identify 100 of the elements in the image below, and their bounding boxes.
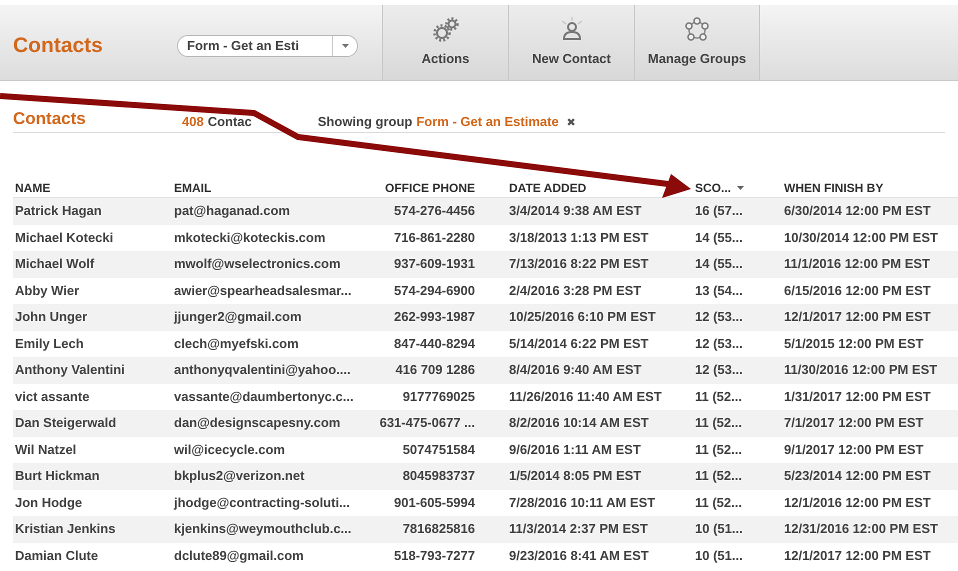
column-header[interactable]: EMAIL xyxy=(172,179,372,197)
table-cell-text: 262-993-1987 xyxy=(393,309,476,326)
table-cell-text: 11 (52... xyxy=(694,388,743,405)
table-cell-text: kjenkins@weymouthclub.c... xyxy=(173,521,352,538)
table-cell-text: 5/14/2014 6:22 PM EST xyxy=(508,336,650,352)
table-cell-text: 11/3/2014 2:37 PM EST xyxy=(508,521,649,538)
table-cell-text: 8045983737 xyxy=(402,468,476,484)
table-cell-text: Anthony Valentini xyxy=(14,362,126,378)
table-cell-text: Burt Hickman xyxy=(14,468,101,484)
table-row[interactable]: Dan Steigerwald dan@designscapesny.com 631-475-0677 ... 8/2/2016 10:14 AM EST 11 (52... 7/1/2017 12:00 PM EST xyxy=(13,410,958,436)
count-label: Contac xyxy=(208,112,252,130)
table-cell-text: 1/31/2017 12:00 PM EST xyxy=(783,388,932,405)
table-cell-text: vict assante xyxy=(14,388,90,405)
table-cell-text: 3/4/2014 9:38 AM EST xyxy=(508,203,642,220)
table-cell-text: 7/1/2017 12:00 PM EST xyxy=(783,415,924,432)
table-cell-text: anthonyqvalentini@yahoo.... xyxy=(173,362,352,378)
table-cell-text: wil@icecycle.com xyxy=(173,442,286,458)
table-cell-text: clech@myefski.com xyxy=(173,336,300,352)
table-cell-text: 11 (52... xyxy=(694,468,743,484)
table-cell-text: 12/31/2016 12:00 PM EST xyxy=(783,521,939,538)
table-cell-text: 9177769025 xyxy=(402,388,476,405)
table-cell-text: 11/26/2016 11:40 AM EST xyxy=(508,388,663,405)
table-cell-text: 13 (54... xyxy=(694,282,744,299)
table-cell-text: 5/23/2014 12:00 PM EST xyxy=(783,468,932,484)
table-cell-text: mkotecki@koteckis.com xyxy=(173,230,326,246)
table-cell-text: 10/30/2014 12:00 PM EST xyxy=(783,230,939,246)
table-cell-text: pat@haganad.com xyxy=(173,203,291,220)
table-cell-text: 716-861-2280 xyxy=(393,230,476,246)
table-cell-text: 901-605-5994 xyxy=(393,494,476,511)
table-row[interactable]: Michael Wolf mwolf@wselectronics.com 937-609-1931 7/13/2016 8:22 PM EST 14 (55... 11/1/2016 12:00 PM EST xyxy=(13,251,958,278)
table-cell-text: 7816825816 xyxy=(402,521,476,538)
toolbar-button[interactable]: Actions xyxy=(382,5,508,80)
table-cell-text: mwolf@wselectronics.com xyxy=(173,256,342,272)
column-header[interactable]: OFFICE PHONE xyxy=(372,179,477,197)
table-cell-text: 9/6/2016 1:11 AM EST xyxy=(508,442,642,458)
column-header[interactable]: NAME xyxy=(13,179,172,197)
table-cell-text: jjunger2@gmail.com xyxy=(172,309,303,326)
table-cell-text: 11/30/2016 12:00 PM EST xyxy=(783,362,938,378)
group-dropdown[interactable]: Form - Get an Esti xyxy=(177,34,358,56)
table-cell-text: Dan Steigerwald xyxy=(14,415,118,432)
table-cell-text: Wil Natzel xyxy=(14,442,78,458)
table-cell-text: 7/28/2016 10:11 AM EST xyxy=(508,494,656,511)
table-cell-text: 7/13/2016 8:22 PM EST xyxy=(508,256,650,272)
table-cell-text: 12 (53... xyxy=(694,336,744,352)
table-cell-text: bkplus2@verizon.net xyxy=(173,468,306,484)
page-title: Contacts xyxy=(13,32,104,59)
table-cell-text: 847-440-8294 xyxy=(393,336,476,352)
table-row[interactable]: John Unger jjunger2@gmail.com 262-993-1987 10/25/2016 6:10 PM EST 12 (53... 12/1/2017 12:00 PM EST xyxy=(13,304,958,330)
table-cell-text: 518-793-7277 xyxy=(393,548,476,564)
table-cell-text: 631-475-0677 ... xyxy=(378,415,476,432)
toolbar-button[interactable]: New Contact xyxy=(508,5,634,80)
table-cell-text: 574-276-4456 xyxy=(393,203,476,220)
table-cell-text: 11 (52... xyxy=(694,494,743,511)
column-header[interactable]: DATE ADDED xyxy=(477,179,693,197)
table-row[interactable]: Kristian Jenkins kjenkins@weymouthclub.c... 7816825816 11/3/2014 2:37 PM EST 10 (51... 12/31/2016 12:00 PM EST xyxy=(13,516,958,542)
table-cell-text: 10 (51... xyxy=(694,521,744,538)
table-cell-text: 12/1/2017 12:00 PM EST xyxy=(783,309,932,326)
table-cell-text: 8/2/2016 10:14 AM EST xyxy=(508,415,650,432)
table-row[interactable]: Patrick Hagan pat@haganad.com 574-276-4456 3/4/2014 9:38 AM EST 16 (57... 6/30/2014 12:00 PM EST xyxy=(13,198,958,224)
table-cell-text: 574-294-6900 xyxy=(393,282,476,299)
column-header[interactable]: SCO... xyxy=(693,179,782,197)
table-cell-text: 8/4/2016 9:40 AM EST xyxy=(508,362,642,378)
table-cell-text: 9/23/2016 8:41 AM EST xyxy=(508,548,650,564)
table-cell-text: dan@designscapesny.com xyxy=(173,415,342,432)
clear-group-button[interactable]: ✖ xyxy=(566,114,576,131)
table-cell-text: 16 (57... xyxy=(694,203,744,220)
table-cell-text: 5/1/2015 12:00 PM EST xyxy=(783,336,924,352)
table-cell-text: Emily Lech xyxy=(14,336,85,352)
table-cell-text: John Unger xyxy=(14,309,88,326)
table-cell-text: 12 (53... xyxy=(694,362,744,378)
table-cell-text: 11 (52... xyxy=(694,442,743,458)
table-cell-text: 11/1/2016 12:00 PM EST xyxy=(783,256,931,272)
table-cell-text: 12 (53... xyxy=(694,309,744,326)
contact-count: 408 xyxy=(182,112,204,130)
table-cell-text: 12/1/2016 12:00 PM EST xyxy=(783,494,932,511)
table-cell-text: 11 (52... xyxy=(694,415,743,432)
table-cell-text: 6/30/2014 12:00 PM EST xyxy=(783,203,932,220)
table-cell-text: 12/1/2017 12:00 PM EST xyxy=(783,548,932,564)
table-cell-text: 3/18/2013 1:13 PM EST xyxy=(508,230,650,246)
table-cell-text: Abby Wier xyxy=(14,282,80,299)
gears-icon xyxy=(430,16,460,43)
table-cell-text: 9/1/2017 12:00 PM EST xyxy=(783,442,924,458)
table-cell-text: Michael Wolf xyxy=(14,256,96,272)
table-cell-text: Michael Kotecki xyxy=(14,230,114,246)
toolbar-button[interactable]: Manage Groups xyxy=(634,5,760,80)
table-cell-text: 416 709 1286 xyxy=(394,362,476,378)
table-cell-text: Damian Clute xyxy=(14,548,100,564)
table-cell-text: awier@spearheadsalesmar... xyxy=(173,282,352,299)
table-row[interactable]: Anthony Valentini anthonyqvalentini@yahoo.... 416 709 1286 8/4/2016 9:40 AM EST 12 (53... 11/30/2016 12:00 PM EST xyxy=(13,357,958,384)
table-cell-text: 6/15/2016 12:00 PM EST xyxy=(783,282,932,299)
table-cell-text: 5074751584 xyxy=(402,442,476,458)
caret-icon xyxy=(342,44,348,48)
column-header[interactable]: WHEN FINISH BY xyxy=(782,179,958,197)
table-cell-text: Patrick Hagan xyxy=(14,203,103,220)
table-cell-text: 10 (51... xyxy=(694,548,744,564)
table-row[interactable]: Burt Hickman bkplus2@verizon.net 8045983737 1/5/2014 8:05 PM EST 11 (52... 5/23/2014 12:00 PM EST xyxy=(13,463,958,490)
table-cell-text: Jon Hodge xyxy=(14,494,84,511)
table-cell-text: 2/4/2016 3:28 PM EST xyxy=(508,282,642,299)
table-cell-text: 937-609-1931 xyxy=(393,256,476,272)
table-cell-text: 14 (55... xyxy=(694,230,744,246)
